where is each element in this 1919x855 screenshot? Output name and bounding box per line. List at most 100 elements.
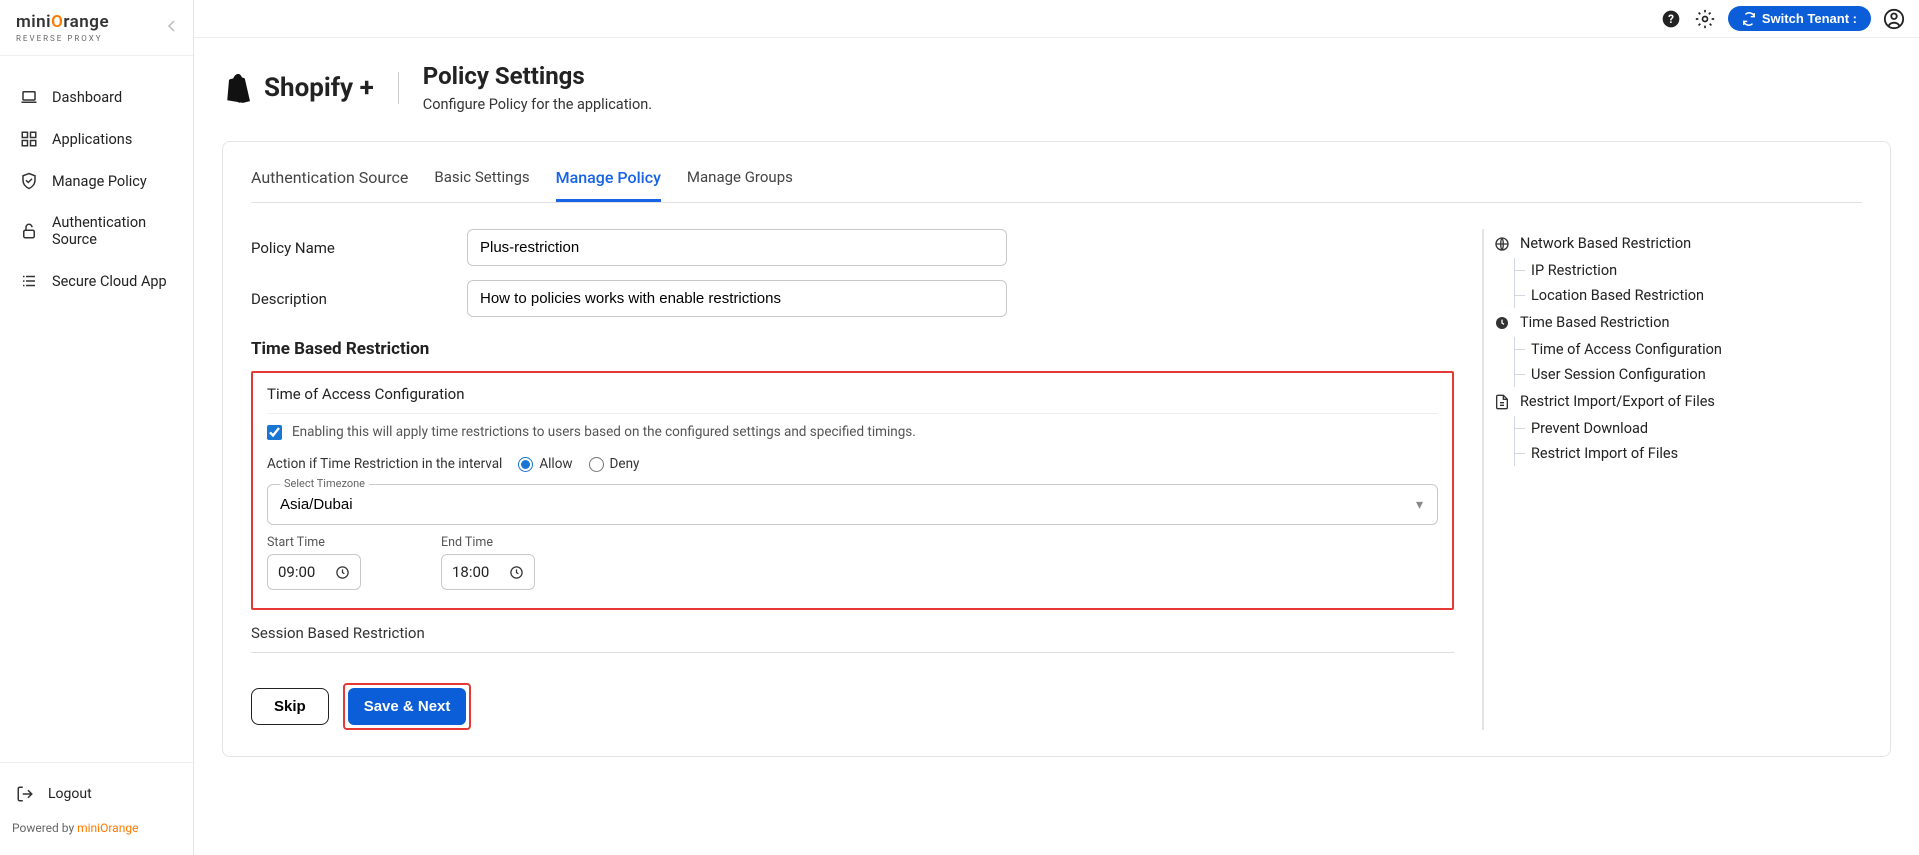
tree-label: User Session Configuration xyxy=(1531,366,1706,383)
globe-icon xyxy=(1494,236,1510,252)
topbar: ? Switch Tenant : xyxy=(194,0,1919,38)
allow-radio[interactable] xyxy=(518,457,533,472)
content: Shopify + Policy Settings Configure Poli… xyxy=(194,38,1919,855)
brand-subtitle: REVERSE PROXY xyxy=(16,34,103,43)
shield-check-icon xyxy=(20,172,38,190)
switch-tenant-label: Switch Tenant : xyxy=(1762,11,1857,26)
end-time-label: End Time xyxy=(441,535,535,550)
sidebar: miniOrange REVERSE PROXY Dashboard Appli… xyxy=(0,0,194,855)
enable-time-checkbox-row[interactable]: Enabling this will apply time restrictio… xyxy=(267,424,1438,440)
gear-icon[interactable] xyxy=(1694,8,1716,30)
tabs: Authentication Source Basic Settings Man… xyxy=(251,168,1862,203)
deny-radio-label[interactable]: Deny xyxy=(589,456,640,472)
list-icon xyxy=(20,272,38,290)
sidebar-item-dashboard[interactable]: Dashboard xyxy=(0,76,193,118)
description-input[interactable] xyxy=(467,280,1007,317)
tree-time-access[interactable]: Time of Access Configuration xyxy=(1515,337,1862,362)
logout-icon xyxy=(16,785,34,803)
sidebar-item-applications[interactable]: Applications xyxy=(0,118,193,160)
logout-button[interactable]: Logout xyxy=(0,775,193,813)
app-badge: Shopify + xyxy=(222,72,399,104)
sidebar-item-label: Dashboard xyxy=(52,89,122,106)
end-time-input[interactable]: 18:00 xyxy=(441,554,535,590)
powered-by: Powered by miniOrange xyxy=(0,813,193,843)
brand-highlight: O xyxy=(51,12,63,32)
start-time-input[interactable]: 09:00 xyxy=(267,554,361,590)
timezone-floating-label: Select Timezone xyxy=(280,477,369,490)
sidebar-header: miniOrange REVERSE PROXY xyxy=(0,0,193,56)
time-section-title: Time Based Restriction xyxy=(251,339,1454,359)
tree-user-session[interactable]: User Session Configuration xyxy=(1515,362,1862,387)
header-text: Policy Settings Configure Policy for the… xyxy=(423,62,652,113)
tree-label: Time of Access Configuration xyxy=(1531,341,1722,358)
tree-label: Network Based Restriction xyxy=(1520,235,1691,252)
tab-basic-settings[interactable]: Basic Settings xyxy=(434,168,529,202)
shopify-icon xyxy=(222,72,250,104)
form-column: Policy Name Description Time Based Restr… xyxy=(251,229,1454,730)
sidebar-item-secure-cloud[interactable]: Secure Cloud App xyxy=(0,260,193,302)
tab-manage-groups[interactable]: Manage Groups xyxy=(687,168,793,202)
account-icon[interactable] xyxy=(1883,8,1905,30)
page-subtitle: Configure Policy for the application. xyxy=(423,96,652,113)
time-config-box: Time of Access Configuration Enabling th… xyxy=(251,371,1454,610)
tree-restrict-import[interactable]: Restrict Import of Files xyxy=(1515,441,1862,466)
tree-ip[interactable]: IP Restriction xyxy=(1515,258,1862,283)
sidebar-collapse-icon[interactable] xyxy=(167,19,177,37)
main: ? Switch Tenant : Shopify + xyxy=(194,0,1919,855)
sidebar-item-auth-source[interactable]: Authentication Source xyxy=(0,202,193,260)
app-name: Shopify + xyxy=(264,73,374,103)
tree-time[interactable]: Time Based Restriction xyxy=(1494,308,1862,337)
tree-location[interactable]: Location Based Restriction xyxy=(1515,283,1862,308)
laptop-icon xyxy=(20,88,38,106)
sidebar-footer: Logout Powered by miniOrange xyxy=(0,762,193,855)
clock-icon xyxy=(335,565,350,580)
help-icon[interactable]: ? xyxy=(1660,8,1682,30)
tree-label: Location Based Restriction xyxy=(1531,287,1704,304)
grid-icon xyxy=(20,130,38,148)
sidebar-item-label: Manage Policy xyxy=(52,173,147,190)
allow-text: Allow xyxy=(539,456,572,472)
save-next-button[interactable]: Save & Next xyxy=(348,688,467,725)
policy-name-label: Policy Name xyxy=(251,239,467,257)
tree-prevent-download[interactable]: Prevent Download xyxy=(1515,416,1862,441)
sidebar-nav: Dashboard Applications Manage Policy Aut… xyxy=(0,56,193,762)
sidebar-item-manage-policy[interactable]: Manage Policy xyxy=(0,160,193,202)
allow-radio-label[interactable]: Allow xyxy=(518,456,572,472)
tree-network[interactable]: Network Based Restriction xyxy=(1494,229,1862,258)
restriction-tree: Network Based Restriction IP Restriction… xyxy=(1482,229,1862,730)
session-section-title: Session Based Restriction xyxy=(251,624,1454,653)
deny-text: Deny xyxy=(610,456,640,472)
sidebar-item-label: Authentication Source xyxy=(52,214,173,248)
tree-files[interactable]: Restrict Import/Export of Files xyxy=(1494,387,1862,416)
description-label: Description xyxy=(251,290,467,308)
brand-post: range xyxy=(63,12,109,32)
clock-icon xyxy=(1494,315,1510,331)
file-icon xyxy=(1494,394,1510,410)
switch-tenant-button[interactable]: Switch Tenant : xyxy=(1728,6,1871,31)
enable-time-text: Enabling this will apply time restrictio… xyxy=(292,424,916,440)
clock-icon xyxy=(509,565,524,580)
powered-prefix: Powered by xyxy=(12,821,77,835)
tree-label: Time Based Restriction xyxy=(1520,314,1669,331)
tree-label: Prevent Download xyxy=(1531,420,1648,437)
tree-label: Restrict Import/Export of Files xyxy=(1520,393,1715,410)
timezone-select-wrap[interactable]: Select Timezone Asia/Dubai ▾ xyxy=(267,484,1438,525)
brand-logo: miniOrange REVERSE PROXY xyxy=(16,12,109,43)
powered-link[interactable]: miniOrange xyxy=(77,821,138,835)
page-title: Policy Settings xyxy=(423,62,652,90)
refresh-icon xyxy=(1742,12,1756,26)
start-time-value: 09:00 xyxy=(278,563,315,581)
brand-pre: mini xyxy=(16,12,51,32)
timezone-select[interactable]: Asia/Dubai xyxy=(268,485,1437,524)
sidebar-item-label: Applications xyxy=(52,131,132,148)
deny-radio[interactable] xyxy=(589,457,604,472)
tab-manage-policy[interactable]: Manage Policy xyxy=(556,168,661,202)
skip-button[interactable]: Skip xyxy=(251,688,329,725)
logout-label: Logout xyxy=(48,786,92,802)
policy-name-input[interactable] xyxy=(467,229,1007,266)
save-highlight: Save & Next xyxy=(343,683,472,730)
enable-time-checkbox[interactable] xyxy=(267,425,282,440)
settings-card: Authentication Source Basic Settings Man… xyxy=(222,141,1891,757)
tab-auth-source[interactable]: Authentication Source xyxy=(251,168,408,202)
tree-label: Restrict Import of Files xyxy=(1531,445,1678,462)
